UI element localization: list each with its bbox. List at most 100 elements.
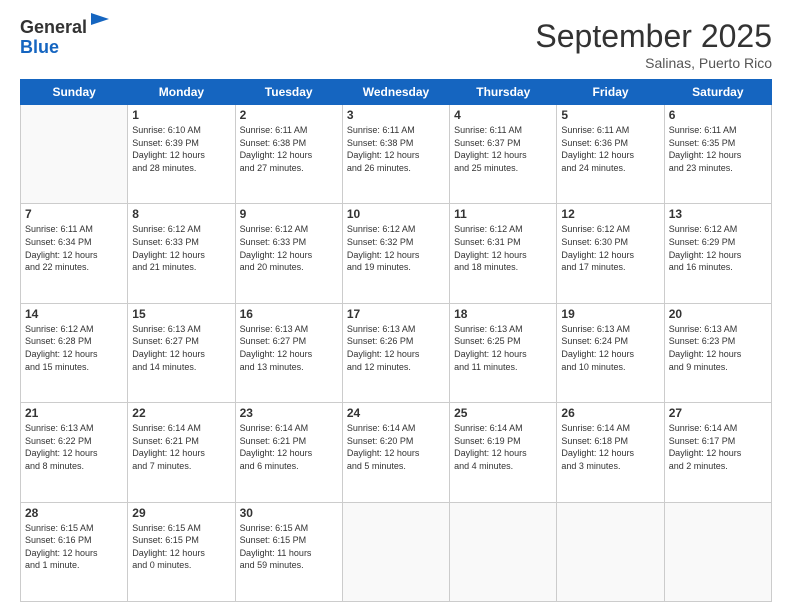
- day-number: 25: [454, 406, 552, 420]
- table-cell: 4 Sunrise: 6:11 AM Sunset: 6:37 PM Daylig…: [450, 105, 557, 204]
- day-info: Sunrise: 6:14 AM Sunset: 6:21 PM Dayligh…: [132, 422, 230, 472]
- calendar-week-row: 7Sunrise: 6:11 AM Sunset: 6:34 PM Daylig…: [21, 204, 772, 303]
- table-cell: 11Sunrise: 6:12 AM Sunset: 6:31 PM Dayli…: [450, 204, 557, 303]
- logo-general: General: [20, 17, 87, 37]
- table-cell: 1 Sunrise: 6:10 AM Sunset: 6:39 PM Daylig…: [128, 105, 235, 204]
- day-info: Sunrise: 6:13 AM Sunset: 6:25 PM Dayligh…: [454, 323, 552, 373]
- day-number: 14: [25, 307, 123, 321]
- logo-flag-icon: [89, 11, 111, 33]
- day-info: Sunrise: 6:12 AM Sunset: 6:28 PM Dayligh…: [25, 323, 123, 373]
- table-cell: [557, 502, 664, 601]
- day-info: Sunrise: 6:14 AM Sunset: 6:21 PM Dayligh…: [240, 422, 338, 472]
- day-number: 1: [132, 108, 230, 122]
- day-number: 2: [240, 108, 338, 122]
- day-info: Sunrise: 6:12 AM Sunset: 6:32 PM Dayligh…: [347, 223, 445, 273]
- day-number: 20: [669, 307, 767, 321]
- table-cell: 25 Sunrise: 6:14 AM Sunset: 6:19 PM Dayli…: [450, 403, 557, 502]
- day-number: 9: [240, 207, 338, 221]
- calendar-table: Sunday Monday Tuesday Wednesday Thursday…: [20, 79, 772, 602]
- calendar-week-row: 28Sunrise: 6:15 AM Sunset: 6:16 PM Dayli…: [21, 502, 772, 601]
- day-info: Sunrise: 6:14 AM Sunset: 6:20 PM Dayligh…: [347, 422, 445, 472]
- col-saturday: Saturday: [664, 80, 771, 105]
- logo-blue: Blue: [20, 37, 59, 57]
- table-cell: 3Sunrise: 6:11 AM Sunset: 6:38 PM Daylig…: [342, 105, 449, 204]
- table-cell: 24 Sunrise: 6:14 AM Sunset: 6:20 PM Dayli…: [342, 403, 449, 502]
- month-title: September 2025: [535, 18, 772, 55]
- header: General Blue September 2025 Salinas, Pue…: [20, 18, 772, 71]
- table-cell: 28Sunrise: 6:15 AM Sunset: 6:16 PM Dayli…: [21, 502, 128, 601]
- day-number: 23: [240, 406, 338, 420]
- col-sunday: Sunday: [21, 80, 128, 105]
- day-info: Sunrise: 6:13 AM Sunset: 6:27 PM Dayligh…: [132, 323, 230, 373]
- day-info: Sunrise: 6:12 AM Sunset: 6:33 PM Dayligh…: [132, 223, 230, 273]
- day-number: 13: [669, 207, 767, 221]
- day-info: Sunrise: 6:14 AM Sunset: 6:17 PM Dayligh…: [669, 422, 767, 472]
- table-cell: [450, 502, 557, 601]
- day-info: Sunrise: 6:11 AM Sunset: 6:35 PM Dayligh…: [669, 124, 767, 174]
- day-info: Sunrise: 6:13 AM Sunset: 6:24 PM Dayligh…: [561, 323, 659, 373]
- day-info: Sunrise: 6:12 AM Sunset: 6:29 PM Dayligh…: [669, 223, 767, 273]
- table-cell: 19 Sunrise: 6:13 AM Sunset: 6:24 PM Dayli…: [557, 303, 664, 402]
- day-number: 5: [561, 108, 659, 122]
- table-cell: 26 Sunrise: 6:14 AM Sunset: 6:18 PM Dayli…: [557, 403, 664, 502]
- table-cell: 16Sunrise: 6:13 AM Sunset: 6:27 PM Dayli…: [235, 303, 342, 402]
- day-number: 15: [132, 307, 230, 321]
- table-cell: 2 Sunrise: 6:11 AM Sunset: 6:38 PM Daylig…: [235, 105, 342, 204]
- day-info: Sunrise: 6:10 AM Sunset: 6:39 PM Dayligh…: [132, 124, 230, 174]
- page: General Blue September 2025 Salinas, Pue…: [0, 0, 792, 612]
- table-cell: 22 Sunrise: 6:14 AM Sunset: 6:21 PM Dayli…: [128, 403, 235, 502]
- table-cell: 27 Sunrise: 6:14 AM Sunset: 6:17 PM Dayli…: [664, 403, 771, 502]
- table-cell: 6Sunrise: 6:11 AM Sunset: 6:35 PM Daylig…: [664, 105, 771, 204]
- day-number: 8: [132, 207, 230, 221]
- table-cell: 10 Sunrise: 6:12 AM Sunset: 6:32 PM Dayli…: [342, 204, 449, 303]
- day-number: 27: [669, 406, 767, 420]
- calendar-week-row: 21 Sunrise: 6:13 AM Sunset: 6:22 PM Dayli…: [21, 403, 772, 502]
- day-info: Sunrise: 6:15 AM Sunset: 6:15 PM Dayligh…: [132, 522, 230, 572]
- table-cell: 29 Sunrise: 6:15 AM Sunset: 6:15 PM Dayli…: [128, 502, 235, 601]
- table-cell: 20Sunrise: 6:13 AM Sunset: 6:23 PM Dayli…: [664, 303, 771, 402]
- day-info: Sunrise: 6:12 AM Sunset: 6:30 PM Dayligh…: [561, 223, 659, 273]
- table-cell: 23 Sunrise: 6:14 AM Sunset: 6:21 PM Dayli…: [235, 403, 342, 502]
- day-info: Sunrise: 6:11 AM Sunset: 6:38 PM Dayligh…: [347, 124, 445, 174]
- day-number: 29: [132, 506, 230, 520]
- day-number: 24: [347, 406, 445, 420]
- day-number: 16: [240, 307, 338, 321]
- table-cell: 8 Sunrise: 6:12 AM Sunset: 6:33 PM Daylig…: [128, 204, 235, 303]
- table-cell: [21, 105, 128, 204]
- day-number: 12: [561, 207, 659, 221]
- table-cell: 14 Sunrise: 6:12 AM Sunset: 6:28 PM Dayli…: [21, 303, 128, 402]
- table-cell: 30 Sunrise: 6:15 AM Sunset: 6:15 PM Dayli…: [235, 502, 342, 601]
- day-number: 19: [561, 307, 659, 321]
- day-info: Sunrise: 6:14 AM Sunset: 6:18 PM Dayligh…: [561, 422, 659, 472]
- day-info: Sunrise: 6:14 AM Sunset: 6:19 PM Dayligh…: [454, 422, 552, 472]
- col-wednesday: Wednesday: [342, 80, 449, 105]
- col-thursday: Thursday: [450, 80, 557, 105]
- table-cell: 15 Sunrise: 6:13 AM Sunset: 6:27 PM Dayli…: [128, 303, 235, 402]
- col-monday: Monday: [128, 80, 235, 105]
- table-cell: 9 Sunrise: 6:12 AM Sunset: 6:33 PM Daylig…: [235, 204, 342, 303]
- day-info: Sunrise: 6:13 AM Sunset: 6:22 PM Dayligh…: [25, 422, 123, 472]
- day-number: 21: [25, 406, 123, 420]
- calendar-week-row: 14 Sunrise: 6:12 AM Sunset: 6:28 PM Dayli…: [21, 303, 772, 402]
- day-number: 10: [347, 207, 445, 221]
- table-cell: [664, 502, 771, 601]
- day-info: Sunrise: 6:11 AM Sunset: 6:38 PM Dayligh…: [240, 124, 338, 174]
- table-cell: 17Sunrise: 6:13 AM Sunset: 6:26 PM Dayli…: [342, 303, 449, 402]
- day-info: Sunrise: 6:15 AM Sunset: 6:15 PM Dayligh…: [240, 522, 338, 572]
- day-info: Sunrise: 6:12 AM Sunset: 6:33 PM Dayligh…: [240, 223, 338, 273]
- day-number: 26: [561, 406, 659, 420]
- logo: General Blue: [20, 18, 111, 58]
- title-block: September 2025 Salinas, Puerto Rico: [535, 18, 772, 71]
- day-info: Sunrise: 6:11 AM Sunset: 6:37 PM Dayligh…: [454, 124, 552, 174]
- table-cell: 7Sunrise: 6:11 AM Sunset: 6:34 PM Daylig…: [21, 204, 128, 303]
- table-cell: 12 Sunrise: 6:12 AM Sunset: 6:30 PM Dayli…: [557, 204, 664, 303]
- day-info: Sunrise: 6:11 AM Sunset: 6:34 PM Dayligh…: [25, 223, 123, 273]
- table-cell: 5 Sunrise: 6:11 AM Sunset: 6:36 PM Daylig…: [557, 105, 664, 204]
- day-number: 28: [25, 506, 123, 520]
- day-number: 4: [454, 108, 552, 122]
- day-info: Sunrise: 6:11 AM Sunset: 6:36 PM Dayligh…: [561, 124, 659, 174]
- col-friday: Friday: [557, 80, 664, 105]
- day-number: 22: [132, 406, 230, 420]
- day-number: 30: [240, 506, 338, 520]
- table-cell: 21 Sunrise: 6:13 AM Sunset: 6:22 PM Dayli…: [21, 403, 128, 502]
